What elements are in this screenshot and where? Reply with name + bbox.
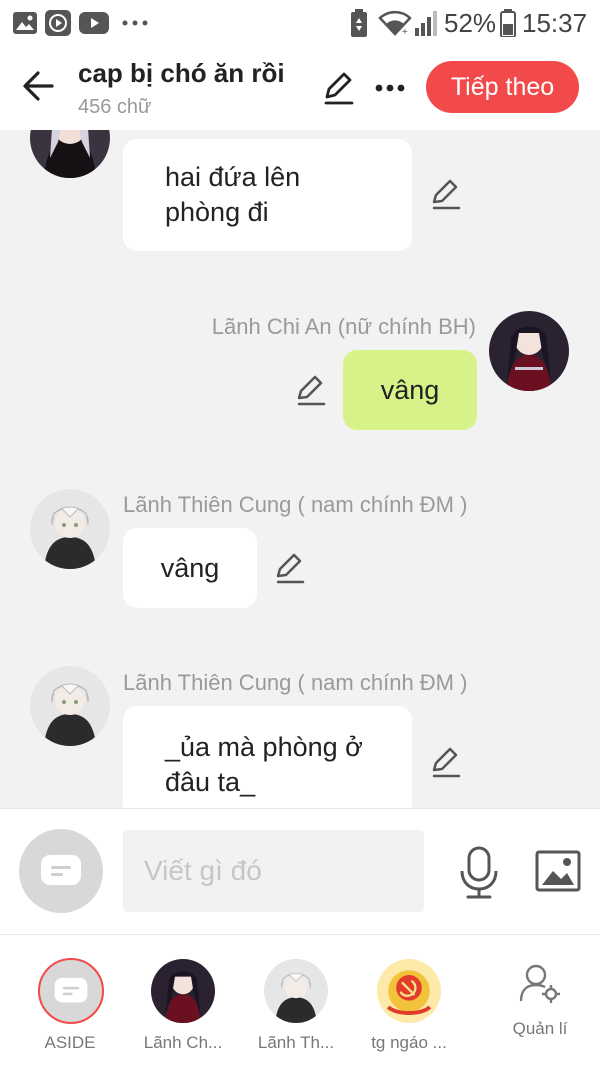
speaker-name: Lãnh Thiên Cung ( nam chính ĐM ) [123, 670, 468, 695]
battery-icon [500, 9, 516, 37]
character-portrait [30, 130, 110, 178]
message-bubble[interactable]: _ủa mà phòng ở đâu ta_ [123, 706, 412, 808]
message-bubble[interactable]: vâng [123, 528, 257, 608]
edit-title-icon[interactable] [318, 68, 358, 108]
back-arrow-icon[interactable] [18, 64, 62, 108]
message-line: vâng [160, 552, 220, 583]
status-bar: + 52% 15:37 [0, 0, 600, 46]
message-input[interactable] [123, 830, 424, 912]
edit-message-icon[interactable] [293, 372, 329, 408]
character-label: ASIDE [44, 1033, 96, 1052]
character-portrait [264, 959, 328, 1023]
signal-icon [415, 11, 437, 36]
character-bar: ASIDE Lãnh Ch... Lãnh Th... tg ngáo ... … [0, 934, 600, 1067]
more-options-icon[interactable] [370, 68, 410, 108]
gallery-icon [13, 12, 37, 34]
edit-message-icon[interactable] [272, 550, 308, 586]
youtube-icon [79, 12, 109, 34]
story-title: cap bị chó ăn rồi [78, 58, 285, 88]
character-label: tg ngáo ... [371, 1033, 447, 1052]
avatar-character[interactable] [489, 311, 569, 391]
speaker-name: Lãnh Thiên Cung ( nam chính ĐM ) [123, 492, 468, 517]
composer-bar [0, 808, 600, 934]
manage-characters-icon[interactable] [518, 961, 562, 1005]
character-portrait [30, 489, 110, 569]
message-line: hai đứa lên [165, 162, 301, 192]
avatar-character [264, 959, 328, 1023]
battery-percent: 52% [444, 8, 497, 38]
word-count: 456 chữ [78, 96, 152, 118]
wifi-icon: + [378, 10, 412, 36]
speaker-name: Lãnh Chi An (nữ chính BH) [211, 314, 476, 339]
clock: 15:37 [522, 8, 588, 38]
avatar-character [377, 959, 441, 1023]
image-picker-icon[interactable] [534, 847, 582, 895]
character-item-aside[interactable]: ASIDE [12, 935, 132, 1067]
avatar-character[interactable] [30, 130, 110, 178]
manage-label[interactable]: Quản lí [500, 1019, 580, 1039]
message-line: đâu ta_ [165, 767, 256, 797]
avatar-character[interactable] [30, 489, 110, 569]
message-line: _ủa mà phòng ở [165, 732, 363, 762]
character-item[interactable]: Lãnh Ch... [125, 935, 245, 1067]
message-line: phòng đi [165, 197, 269, 227]
message-line: vâng [380, 374, 440, 405]
message-bubble[interactable]: hai đứa lên phòng đi [123, 139, 412, 251]
edit-message-icon[interactable] [428, 744, 464, 780]
character-label: Lãnh Th... [257, 1033, 335, 1052]
message-bubble[interactable]: vâng [343, 350, 477, 430]
character-item[interactable]: Lãnh Th... [238, 935, 358, 1067]
more-dots-icon [122, 20, 148, 26]
youtube-go-icon [45, 10, 71, 36]
next-button[interactable]: Tiếp theo [426, 61, 579, 113]
microphone-icon[interactable] [456, 845, 502, 901]
character-item[interactable]: tg ngáo ... [351, 935, 471, 1067]
avatar-character[interactable] [30, 666, 110, 746]
chat-area[interactable]: hai đứa lên phòng đi Lãnh Chi An (nữ chí… [0, 130, 600, 808]
svg-text:+: + [402, 27, 408, 36]
aside-chat-icon [54, 977, 88, 1003]
editor-header: cap bị chó ăn rồi 456 chữ Tiếp theo [0, 46, 600, 130]
character-portrait [489, 311, 569, 391]
character-label: Lãnh Ch... [143, 1033, 223, 1052]
character-portrait [151, 959, 215, 1023]
aside-toggle-button[interactable] [19, 829, 103, 913]
battery-saver-icon [351, 9, 367, 37]
aside-chat-icon [41, 855, 81, 885]
aside-avatar [38, 958, 104, 1024]
avatar-character [151, 959, 215, 1023]
hammer-sickle-emblem-icon [377, 959, 441, 1023]
edit-message-icon[interactable] [428, 176, 464, 212]
character-portrait [30, 666, 110, 746]
